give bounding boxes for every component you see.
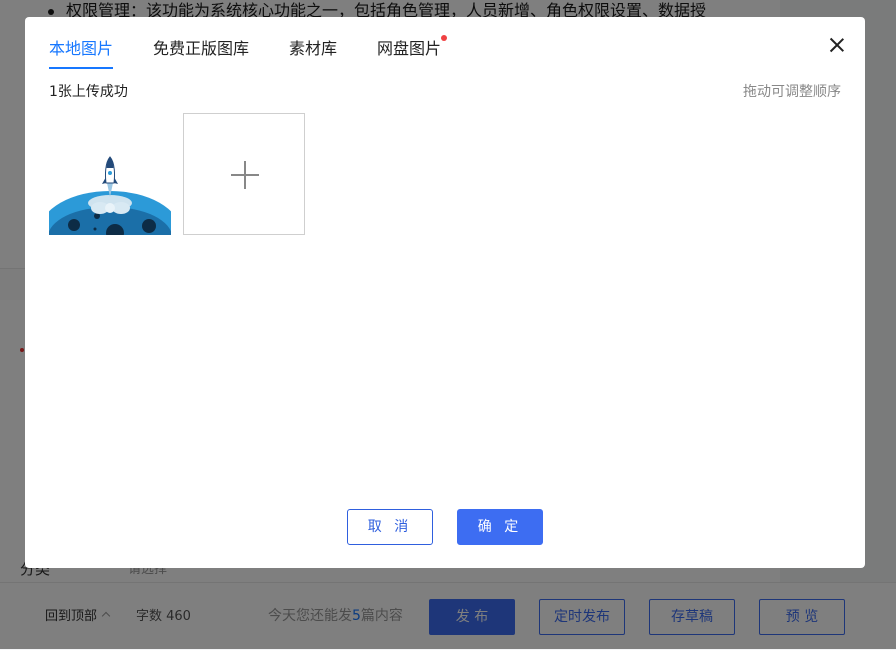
tab-cloud-images[interactable]: 网盘图片 [377,35,448,69]
tab-asset-library[interactable]: 素材库 [289,37,337,69]
tab-asset-library-label: 素材库 [289,39,338,58]
reorder-hint: 拖动可调整顺序 [743,84,841,100]
tab-local-images-label: 本地图片 [49,39,114,58]
new-badge-dot [441,35,448,41]
close-icon[interactable] [829,37,845,53]
confirm-button[interactable]: 确 定 [457,509,543,545]
tab-free-stock-images-label: 免费正版图库 [153,39,250,58]
rocket-launch-image [49,113,171,235]
cancel-button[interactable]: 取 消 [347,509,433,545]
upload-status: 1张上传成功 [49,84,128,100]
uploaded-image-thumbnail[interactable] [49,113,171,235]
tab-cloud-images-label: 网盘图片 [377,39,442,58]
tab-free-stock-images[interactable]: 免费正版图库 [153,37,249,69]
add-image-button[interactable] [183,113,305,235]
tab-local-images[interactable]: 本地图片 [49,37,114,69]
image-upload-dialog: 本地图片 免费正版图库 素材库 网盘图片 1张上传成功 拖动可调整顺序 取 消 … [25,17,865,568]
